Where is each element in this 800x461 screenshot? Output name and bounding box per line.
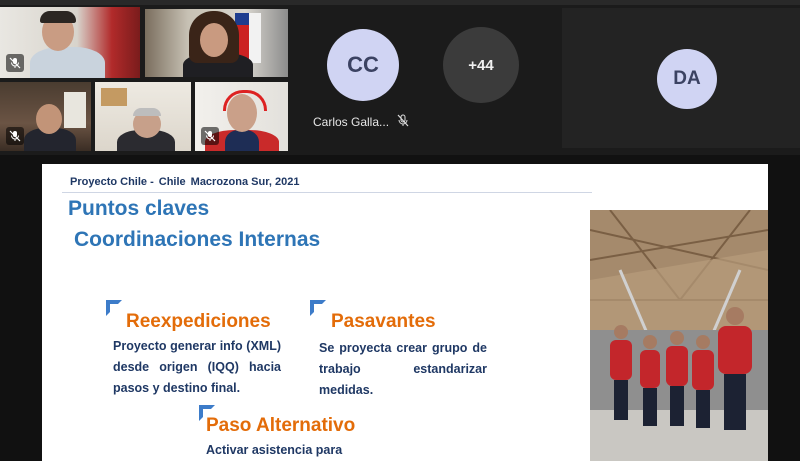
mic-muted-icon: [397, 114, 409, 130]
more-participants-button[interactable]: +44: [443, 27, 519, 103]
participant-video: [145, 9, 288, 77]
section-heading: Paso Alternativo: [206, 415, 356, 436]
video-tile-participant-4[interactable]: [95, 82, 191, 151]
meeting-top-bar: [0, 0, 800, 5]
slide-divider: [62, 192, 592, 193]
slide-subtitle: Coordinaciones Internas: [74, 228, 321, 251]
avatar: CC: [327, 29, 399, 101]
staff-group-photo: [590, 210, 768, 461]
more-participants-count: +44: [468, 56, 494, 74]
shared-slide: Proyecto Chile - Chile Macrozona Sur, 2021…: [42, 164, 768, 461]
participant-tile-da[interactable]: DA: [562, 8, 800, 148]
participant-name: Carlos Galla...: [313, 115, 390, 129]
slide-project-line: Proyecto Chile - Chile Macrozona Sur, 2021: [70, 176, 300, 188]
mic-muted-icon: [6, 54, 24, 72]
section-body: Proyecto generar info (XML) desde origen…: [113, 339, 281, 395]
participant-video: [95, 82, 191, 151]
mic-muted-icon: [6, 127, 24, 145]
mic-muted-icon: [201, 127, 219, 145]
corner-bracket-icon: [106, 300, 122, 316]
video-tile-active-speaker[interactable]: [145, 9, 288, 77]
video-tile-participant-3[interactable]: [0, 82, 91, 151]
participant-tile-carlos[interactable]: CC Carlos Galla...: [292, 8, 432, 148]
video-tile-participant-5[interactable]: [195, 82, 288, 151]
section-body: Se proyecta crear grupo de trabajo estan…: [319, 341, 487, 397]
corner-bracket-icon: [310, 300, 326, 316]
section-body: Activar asistencia para: [206, 443, 343, 457]
section-heading: Pasavantes: [331, 311, 436, 332]
section-heading: Reexpediciones: [126, 311, 271, 332]
video-tile-participant-1[interactable]: [0, 7, 140, 78]
avatar: DA: [657, 49, 717, 109]
slide-title: Puntos claves: [68, 197, 210, 220]
